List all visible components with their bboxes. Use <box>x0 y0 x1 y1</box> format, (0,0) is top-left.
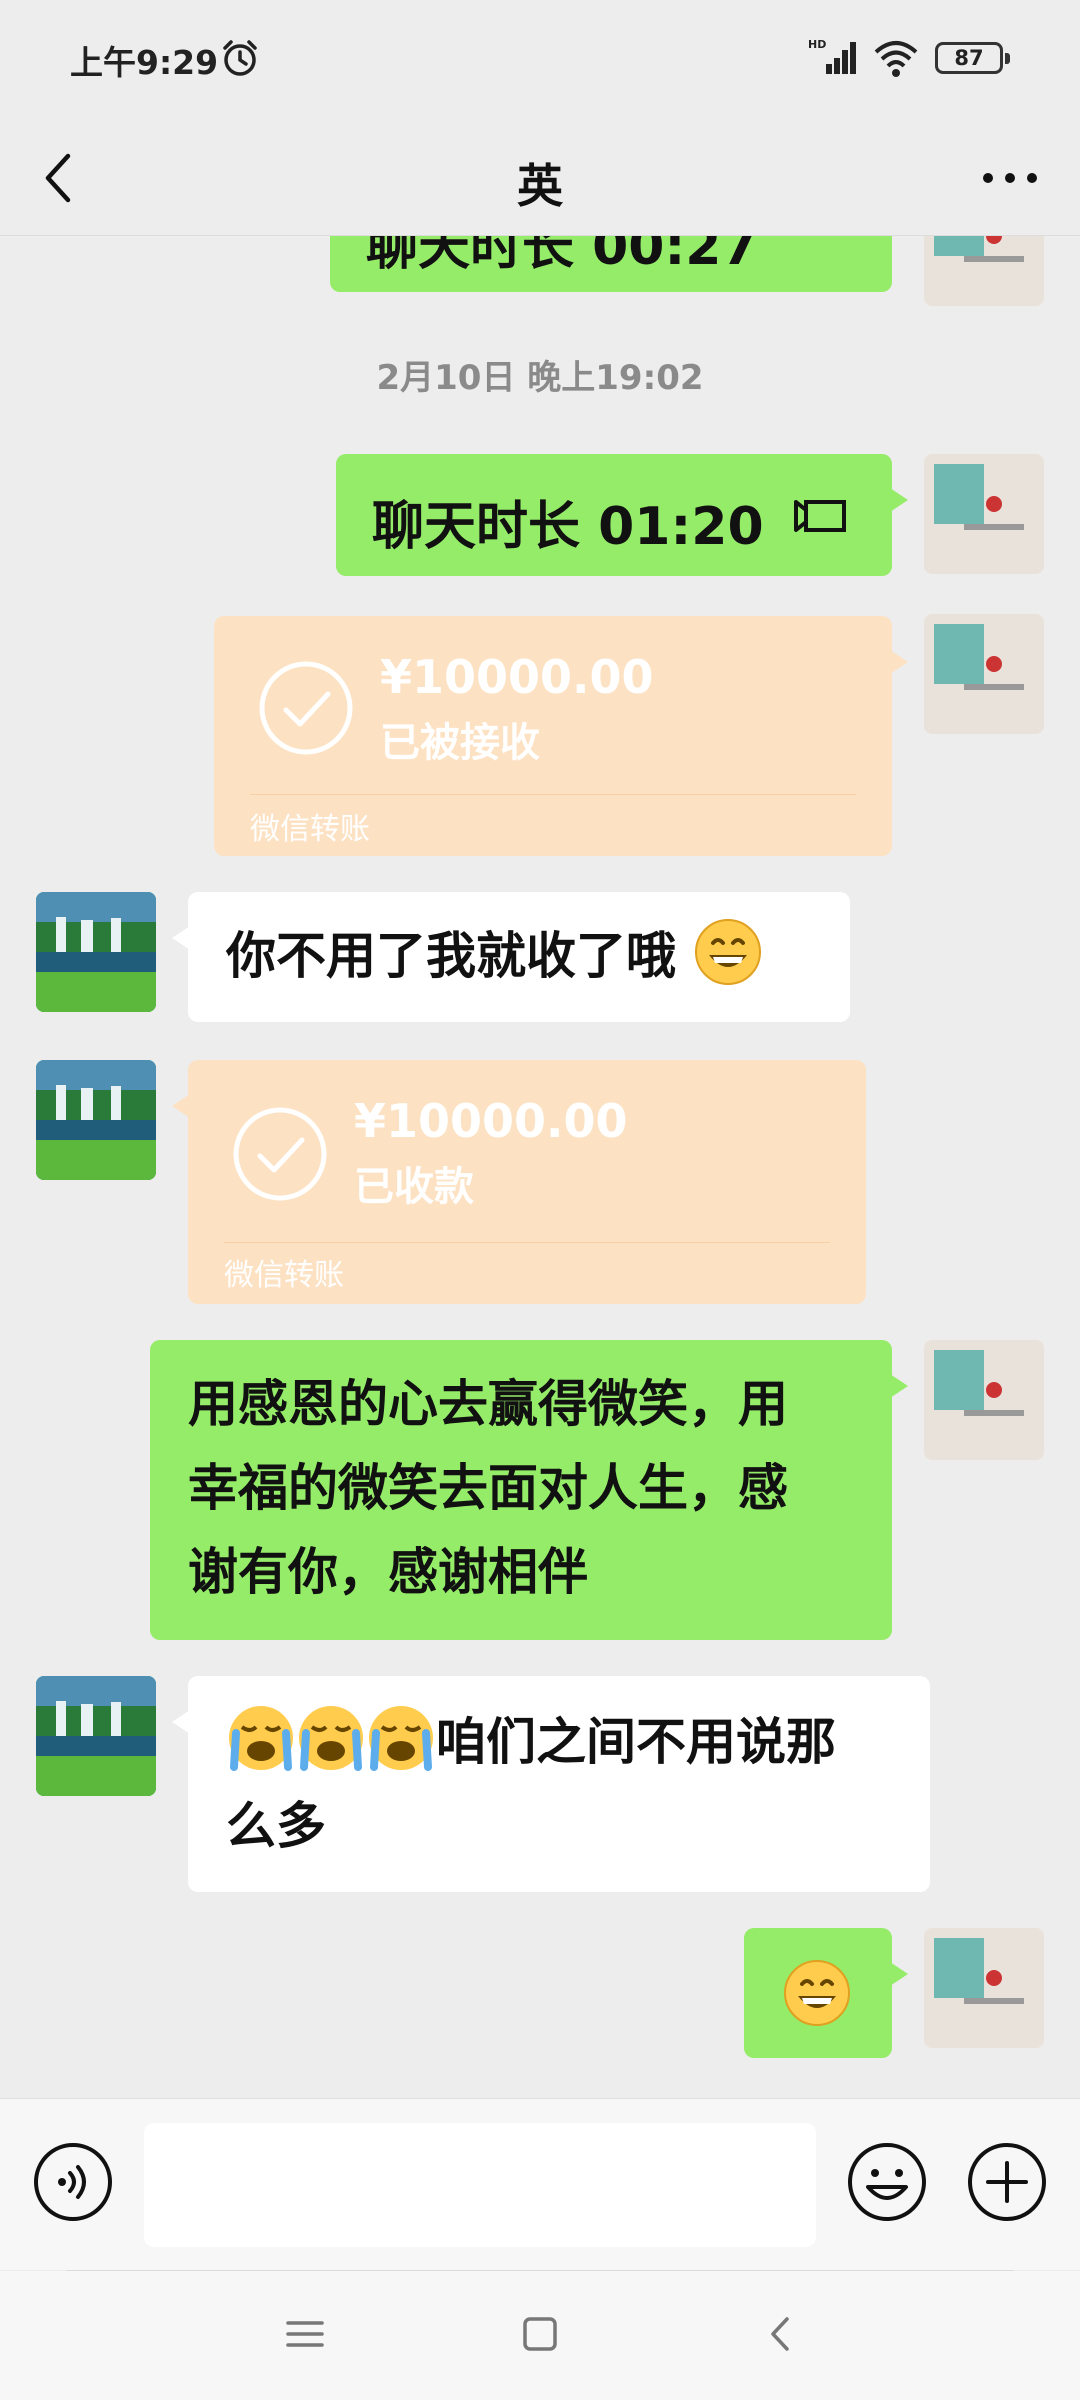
status-bar: 上午9:29 HD 87 <box>0 0 1080 118</box>
check-circle-icon <box>259 661 353 755</box>
transfer-label: 微信转账 <box>224 1258 344 1293</box>
alarm-clock-icon <box>223 40 257 76</box>
grinning-emoji-icon <box>784 1960 850 2026</box>
message-line: 用感恩的心去赢得微笑，用 <box>188 1375 788 1433</box>
battery-indicator: 87 <box>935 42 1010 74</box>
received-message-bubble[interactable]: 你不用了我就收了哦 <box>172 892 850 1022</box>
message-input[interactable] <box>144 2123 816 2247</box>
my-avatar[interactable] <box>924 614 1044 734</box>
chat-header: 英 <box>0 118 1080 236</box>
back-icon[interactable] <box>755 2309 805 2359</box>
chat-message-list[interactable]: 聊天时长 00:27 2月10日 晚上19:02 聊天时长 01:20 ¥100… <box>0 236 1080 2098</box>
emoji-picker-icon[interactable] <box>846 2141 928 2223</box>
sent-emoji-bubble[interactable] <box>744 1928 908 2058</box>
transfer-bubble-received[interactable]: ¥10000.00 已收款 微信转账 <box>172 1060 866 1304</box>
transfer-amount: ¥10000.00 <box>380 650 654 704</box>
system-navigation-bar <box>0 2271 1080 2400</box>
loudly-crying-emoji-icon <box>299 1706 363 1771</box>
my-avatar[interactable] <box>924 454 1044 574</box>
home-icon[interactable] <box>515 2309 565 2359</box>
status-time: 上午9:29 <box>70 43 219 82</box>
voice-input-icon[interactable] <box>32 2141 114 2223</box>
transfer-status: 已收款 <box>354 1164 474 1210</box>
more-options-icon[interactable] <box>980 158 1040 198</box>
call-duration-text: 聊天时长 00:27 <box>366 236 758 277</box>
message-line: 谢有你，感谢相伴 <box>188 1543 588 1601</box>
message-line: 咱们之间不用说那 <box>436 1713 836 1771</box>
transfer-status: 已被接收 <box>380 720 540 766</box>
message-text: 咱们之间不用说那 么多 <box>226 1700 836 1868</box>
contact-avatar[interactable] <box>36 892 156 1012</box>
transfer-bubble-sent[interactable]: ¥10000.00 已被接收 微信转账 <box>214 616 908 856</box>
message-line: 么多 <box>226 1797 326 1855</box>
wifi-icon <box>874 41 918 77</box>
received-message-bubble[interactable]: 咱们之间不用说那 么多 <box>172 1676 930 1892</box>
more-actions-plus-icon[interactable] <box>966 2141 1048 2223</box>
message-text: 用感恩的心去赢得微笑，用 幸福的微笑去面对人生，感 谢有你，感谢相伴 <box>188 1362 788 1614</box>
sent-message-bubble[interactable]: 用感恩的心去赢得微笑，用 幸福的微笑去面对人生，感 谢有你，感谢相伴 <box>150 1340 908 1640</box>
video-call-icon <box>794 500 846 532</box>
contact-avatar[interactable] <box>36 1676 156 1796</box>
grinning-emoji-icon <box>695 919 762 985</box>
my-avatar[interactable] <box>924 236 1044 306</box>
menu-icon[interactable] <box>280 2309 330 2359</box>
network-label: HD <box>808 38 826 51</box>
cellular-signal-icon: HD <box>808 38 856 74</box>
loudly-crying-emoji-icon <box>229 1706 293 1771</box>
video-call-bubble[interactable]: 聊天时长 01:20 <box>336 454 908 576</box>
transfer-label: 微信转账 <box>250 812 370 847</box>
my-avatar[interactable] <box>924 1928 1044 2048</box>
loudly-crying-emoji-icon <box>369 1706 433 1771</box>
transfer-amount: ¥10000.00 <box>354 1094 628 1148</box>
my-avatar[interactable] <box>924 1340 1044 1460</box>
message-timestamp: 2月10日 晚上19:02 <box>376 358 704 398</box>
video-call-bubble-partial[interactable]: 聊天时长 00:27 <box>330 236 892 292</box>
transfer-divider <box>250 794 856 795</box>
message-text-content: 你不用了我就收了哦 <box>226 927 676 985</box>
check-circle-icon <box>233 1107 327 1201</box>
chat-title: 英 <box>517 159 563 213</box>
contact-avatar[interactable] <box>36 1060 156 1180</box>
call-duration-text: 聊天时长 01:20 <box>372 497 764 557</box>
message-line: 幸福的微笑去面对人生，感 <box>188 1459 788 1517</box>
message-text: 你不用了我就收了哦 <box>226 914 763 998</box>
transfer-divider <box>224 1242 830 1243</box>
message-input-bar <box>0 2098 1080 2270</box>
